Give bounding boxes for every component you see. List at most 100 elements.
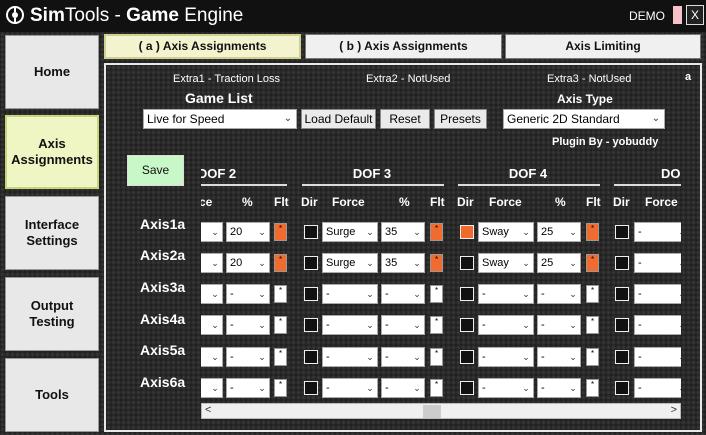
- dof4-direction-checkbox[interactable]: [460, 225, 474, 239]
- dof3-force-select[interactable]: Surge ⌄: [322, 253, 378, 273]
- close-button[interactable]: X: [686, 5, 704, 25]
- dof3-filter-toggle[interactable]: *: [430, 348, 443, 366]
- dof3-percent-select[interactable]: - ⌄: [381, 347, 425, 367]
- tab-axis-assignments-a[interactable]: ( a ) Axis Assignments: [104, 34, 301, 59]
- dof5-direction-checkbox[interactable]: [615, 350, 629, 364]
- dof4-force-select[interactable]: - ⌄: [478, 378, 534, 398]
- dof2-percent-select[interactable]: - ⌄: [226, 284, 270, 304]
- dof4-filter-toggle[interactable]: *: [586, 254, 599, 272]
- dof5-force-select[interactable]: -⌄: [634, 347, 681, 367]
- dof2-filter-toggle[interactable]: *: [274, 348, 287, 366]
- dof3-force-select[interactable]: - ⌄: [322, 284, 378, 304]
- dof3-dir-header: Dir: [301, 195, 318, 209]
- chevron-down-icon: ⌄: [211, 289, 219, 299]
- dof3-direction-checkbox[interactable]: [304, 256, 318, 270]
- dof3-filter-toggle[interactable]: *: [430, 223, 443, 241]
- tab-axis-limiting[interactable]: Axis Limiting: [505, 34, 701, 59]
- dof5-direction-checkbox[interactable]: [615, 287, 629, 301]
- sidebar-home-button[interactable]: Home: [5, 35, 99, 109]
- dof4-percent-select[interactable]: - ⌄: [537, 315, 581, 335]
- dof2-force-select[interactable]: ⌄: [201, 284, 223, 304]
- dof2-percent-select[interactable]: - ⌄: [226, 378, 270, 398]
- dof3-percent-select[interactable]: - ⌄: [381, 284, 425, 304]
- sidebar-interface-settings-button[interactable]: Interface Settings: [5, 196, 99, 270]
- dof2-force-select[interactable]: ⌄: [201, 222, 223, 242]
- dof4-force-select[interactable]: - ⌄: [478, 284, 534, 304]
- dof4-force-select[interactable]: Sway ⌄: [478, 253, 534, 273]
- sidebar-axis-assignments-button[interactable]: Axis Assignments: [5, 115, 99, 189]
- dof5-direction-checkbox[interactable]: [615, 225, 629, 239]
- dof3-percent-select[interactable]: - ⌄: [381, 378, 425, 398]
- dof2-percent-select[interactable]: 20 ⌄: [226, 222, 270, 242]
- dof3-filter-toggle[interactable]: *: [430, 379, 443, 397]
- load-default-button[interactable]: Load Default: [301, 109, 376, 129]
- dof3-direction-checkbox[interactable]: [304, 225, 318, 239]
- dof5-direction-checkbox[interactable]: [615, 318, 629, 332]
- dof2-filter-toggle[interactable]: *: [274, 254, 287, 272]
- dof2-percent-select[interactable]: - ⌄: [226, 315, 270, 335]
- dof3-direction-checkbox[interactable]: [304, 318, 318, 332]
- dof2-percent-select[interactable]: - ⌄: [226, 347, 270, 367]
- dof4-filter-toggle[interactable]: *: [586, 285, 599, 303]
- dof3-force-select[interactable]: - ⌄: [322, 347, 378, 367]
- dof3-direction-checkbox[interactable]: [304, 287, 318, 301]
- dof2-force-select[interactable]: ⌄: [201, 378, 223, 398]
- scroll-left-icon[interactable]: <: [205, 404, 211, 416]
- dof3-force-select[interactable]: - ⌄: [322, 315, 378, 335]
- dof3-filter-toggle[interactable]: *: [430, 254, 443, 272]
- presets-button[interactable]: Presets: [434, 109, 487, 129]
- dof4-direction-checkbox[interactable]: [460, 381, 474, 395]
- dof3-direction-checkbox[interactable]: [304, 381, 318, 395]
- dof2-force-select[interactable]: ⌄: [201, 347, 223, 367]
- dof4-direction-checkbox[interactable]: [460, 256, 474, 270]
- reset-button[interactable]: Reset: [380, 109, 430, 129]
- dof3-force-select[interactable]: Surge ⌄: [322, 222, 378, 242]
- app-title: SimTools - Game Engine: [30, 5, 244, 26]
- dof3-percent-select[interactable]: 35 ⌄: [381, 253, 425, 273]
- save-button[interactable]: Save: [127, 155, 184, 186]
- dof4-percent-select[interactable]: - ⌄: [537, 284, 581, 304]
- dof5-force-select[interactable]: -⌄: [634, 378, 681, 398]
- dof3-filter-toggle[interactable]: *: [430, 316, 443, 334]
- dof4-filter-toggle[interactable]: *: [586, 348, 599, 366]
- dof4-force-select[interactable]: - ⌄: [478, 315, 534, 335]
- dof3-percent-select[interactable]: - ⌄: [381, 315, 425, 335]
- dof5-force-select[interactable]: -⌄: [634, 222, 681, 242]
- dof3-force-select[interactable]: - ⌄: [322, 378, 378, 398]
- horizontal-scrollbar[interactable]: < >: [201, 403, 681, 419]
- dof4-direction-checkbox[interactable]: [460, 318, 474, 332]
- dof3-percent-select[interactable]: 35 ⌄: [381, 222, 425, 242]
- dof4-percent-select[interactable]: 25 ⌄: [537, 222, 581, 242]
- dof2-force-select[interactable]: ⌄: [201, 315, 223, 335]
- dof4-direction-checkbox[interactable]: [460, 350, 474, 364]
- scroll-right-icon[interactable]: >: [671, 404, 677, 416]
- dof4-direction-checkbox[interactable]: [460, 287, 474, 301]
- dof5-force-select[interactable]: -⌄: [634, 284, 681, 304]
- dof4-force-select[interactable]: - ⌄: [478, 347, 534, 367]
- dof5-direction-checkbox[interactable]: [615, 256, 629, 270]
- dof2-filter-toggle[interactable]: *: [274, 285, 287, 303]
- dof2-force-select[interactable]: ⌄: [201, 253, 223, 273]
- dof4-filter-toggle[interactable]: *: [586, 316, 599, 334]
- dof4-percent-select[interactable]: 25 ⌄: [537, 253, 581, 273]
- dof3-filter-toggle[interactable]: *: [430, 285, 443, 303]
- dof4-percent-select[interactable]: - ⌄: [537, 347, 581, 367]
- sidebar-tools-button[interactable]: Tools: [5, 358, 99, 432]
- dof2-filter-toggle[interactable]: *: [274, 379, 287, 397]
- axis-type-select[interactable]: Generic 2D Standard ⌄: [503, 109, 665, 129]
- tab-axis-assignments-b[interactable]: ( b ) Axis Assignments: [305, 34, 502, 59]
- game-list-select[interactable]: Live for Speed ⌄: [143, 109, 297, 129]
- dof2-filter-toggle[interactable]: *: [274, 316, 287, 334]
- dof4-filter-toggle[interactable]: *: [586, 223, 599, 241]
- scroll-thumb[interactable]: [423, 405, 441, 418]
- dof4-force-select[interactable]: Sway ⌄: [478, 222, 534, 242]
- dof3-direction-checkbox[interactable]: [304, 350, 318, 364]
- dof5-force-select[interactable]: -⌄: [634, 315, 681, 335]
- dof2-filter-toggle[interactable]: *: [274, 223, 287, 241]
- sidebar-output-testing-button[interactable]: Output Testing: [5, 277, 99, 351]
- dof5-direction-checkbox[interactable]: [615, 381, 629, 395]
- dof4-filter-toggle[interactable]: *: [586, 379, 599, 397]
- dof2-percent-select[interactable]: 20 ⌄: [226, 253, 270, 273]
- dof5-force-select[interactable]: -⌄: [634, 253, 681, 273]
- dof4-percent-select[interactable]: - ⌄: [537, 378, 581, 398]
